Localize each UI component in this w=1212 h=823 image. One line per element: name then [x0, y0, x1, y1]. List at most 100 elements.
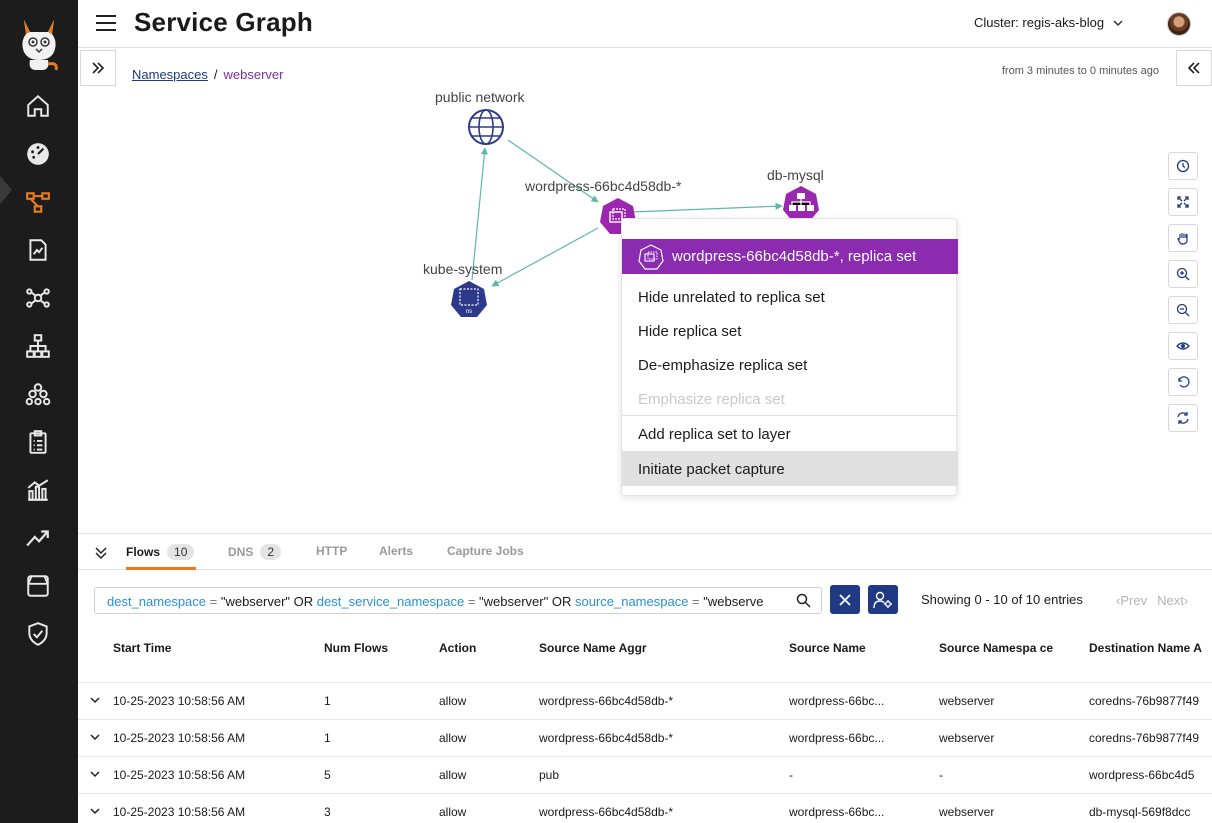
table-cell: pub: [539, 768, 560, 782]
cluster-label: Cluster: regis-aks-blog: [974, 15, 1105, 30]
menu-item-add-to-layer[interactable]: Add replica set to layer: [638, 426, 791, 443]
tab-alerts[interactable]: Alerts: [379, 544, 413, 558]
filter-value: "webserver": [220, 594, 291, 609]
collapse-panel-icon[interactable]: [94, 546, 108, 560]
column-header[interactable]: Start Time: [113, 640, 171, 656]
chevron-right-icon: ›: [1183, 593, 1189, 608]
column-header[interactable]: Source Name: [789, 640, 866, 656]
table-cell: 10-25-2023 10:58:56 AM: [113, 731, 246, 745]
column-header[interactable]: Action: [439, 640, 476, 656]
filter-key: dest_service_namespace: [316, 594, 465, 609]
compliance-icon: [29, 430, 47, 454]
pan-button[interactable]: [1168, 224, 1198, 252]
table-row[interactable]: 10-25-2023 10:58:56 AM 1 allow wordpress-66…: [78, 719, 1212, 756]
zoom-out-button[interactable]: [1168, 296, 1198, 324]
flow-filter-input[interactable]: dest_namespace = "webserver" OR dest_ser…: [94, 587, 822, 614]
replica-set-icon: [638, 244, 664, 270]
sidebar-item-compliance[interactable]: [23, 427, 53, 457]
menu-item-hide-unrelated[interactable]: Hide unrelated to replica set: [638, 289, 825, 306]
sidebar-item-home[interactable]: [23, 91, 53, 121]
table-cell: 10-25-2023 10:58:56 AM: [113, 694, 246, 708]
table-cell: wordpress-66bc4d5: [1089, 768, 1195, 782]
tab-flows[interactable]: Flows 10: [126, 544, 195, 560]
tab-dns[interactable]: DNS 2: [228, 544, 282, 560]
sidebar-item-service-graph[interactable]: [23, 187, 53, 217]
table-header: Start Time Num Flows Action Source Name …: [78, 630, 1212, 682]
table-cell: allow: [439, 731, 467, 745]
clear-filter-button[interactable]: [830, 585, 860, 614]
column-settings-button[interactable]: [868, 585, 898, 614]
table-cell: 1: [324, 731, 331, 745]
refresh-icon: [1177, 412, 1189, 424]
table-row[interactable]: 10-25-2023 10:58:56 AM 3 allow wordpress-66…: [78, 793, 1212, 823]
sidebar-item-endpoints[interactable]: [23, 283, 53, 313]
prev-page-button[interactable]: ‹Prev: [1116, 593, 1147, 608]
edge-wordpress-to-kube[interactable]: [491, 227, 599, 287]
menu-icon[interactable]: [96, 14, 116, 32]
column-header[interactable]: Num Flows: [324, 640, 388, 656]
sidebar-item-activity[interactable]: [23, 523, 53, 553]
view-button[interactable]: [1168, 332, 1198, 360]
table-cell: coredns-76b9877f49: [1089, 694, 1200, 708]
namespace-icon[interactable]: ns: [450, 280, 488, 318]
user-avatar[interactable]: [1167, 12, 1191, 36]
table-cell: 1: [324, 694, 331, 708]
sidebar-item-dashboard[interactable]: [23, 139, 53, 169]
prev-page-label: Prev: [1120, 593, 1148, 608]
sidebar-item-reports[interactable]: [23, 475, 53, 505]
expand-row-chevron-icon[interactable]: [89, 694, 101, 706]
menu-item-hide-replica-set[interactable]: Hide replica set: [638, 323, 741, 340]
table-cell: wordpress-66bc...: [789, 805, 885, 819]
context-menu-header: wordpress-66bc4d58db-*, replica set: [622, 239, 958, 274]
column-header[interactable]: Destination Name A: [1089, 640, 1202, 656]
table-row[interactable]: 10-25-2023 10:58:56 AM 1 allow wordpress-66…: [78, 682, 1212, 719]
sidebar-item-policies[interactable]: [23, 235, 53, 265]
next-page-button[interactable]: Next›: [1157, 593, 1188, 608]
tab-alerts-label: Alerts: [379, 544, 414, 558]
table-cell: -: [939, 768, 943, 782]
table-cell: allow: [439, 694, 467, 708]
page-title: Service Graph: [134, 7, 313, 37]
sidebar-item-network-sets[interactable]: [23, 331, 53, 361]
entries-count: Showing 0 - 10 of 10 entries: [921, 592, 1083, 607]
sidebar-item-managed-clusters[interactable]: [23, 571, 53, 601]
table-cell: db-mysql-569f8dcc: [1089, 805, 1191, 819]
sidebar-item-namespaces[interactable]: [23, 379, 53, 409]
managed-clusters-icon: [27, 575, 49, 597]
table-cell: -: [789, 768, 793, 782]
tab-http[interactable]: HTTP: [316, 544, 347, 558]
table-row[interactable]: 10-25-2023 10:58:56 AM 5 allow pub - - wordpre…: [78, 756, 1212, 793]
table-cell: allow: [439, 768, 467, 782]
filter-or: OR: [548, 594, 575, 609]
table-cell: wordpress-66bc...: [789, 731, 885, 745]
edge-wordpress-to-db[interactable]: [630, 202, 783, 213]
expand-row-chevron-icon[interactable]: [89, 731, 101, 743]
cluster-selector[interactable]: Cluster: regis-aks-blog: [974, 15, 1124, 30]
column-header[interactable]: Source Name Aggr: [539, 640, 647, 656]
table-cell: wordpress-66bc4d58db-*: [539, 805, 674, 819]
eye-icon: [1176, 342, 1190, 350]
expand-arrows-icon: [1177, 196, 1189, 208]
globe-icon[interactable]: [467, 108, 505, 146]
active-nav-marker: [0, 176, 12, 204]
service-icon[interactable]: [782, 185, 820, 219]
search-icon[interactable]: [796, 593, 811, 608]
refresh-button[interactable]: [1168, 404, 1198, 432]
zoom-in-button[interactable]: [1168, 260, 1198, 288]
column-header[interactable]: Source Namespa ce: [939, 640, 1059, 656]
filter-value: "webserve: [703, 594, 764, 609]
menu-item-de-emphasize[interactable]: De-emphasize replica set: [638, 357, 807, 374]
tab-capture-jobs[interactable]: Capture Jobs: [447, 544, 524, 558]
fit-to-screen-button[interactable]: [1168, 188, 1198, 216]
undo-button[interactable]: [1168, 368, 1198, 396]
expand-row-chevron-icon[interactable]: [89, 805, 101, 817]
sidebar-item-security[interactable]: [23, 619, 53, 649]
history-button[interactable]: [1168, 152, 1198, 180]
menu-item-packet-capture[interactable]: Initiate packet capture: [638, 461, 785, 478]
user-settings-icon: [873, 591, 892, 608]
reports-icon: [27, 479, 49, 501]
sidebar: [0, 0, 78, 823]
table-cell: 3: [324, 805, 331, 819]
expand-row-chevron-icon[interactable]: [89, 768, 101, 780]
node-context-menu: wordpress-66bc4d58db-*, replica set Hide…: [621, 218, 958, 496]
